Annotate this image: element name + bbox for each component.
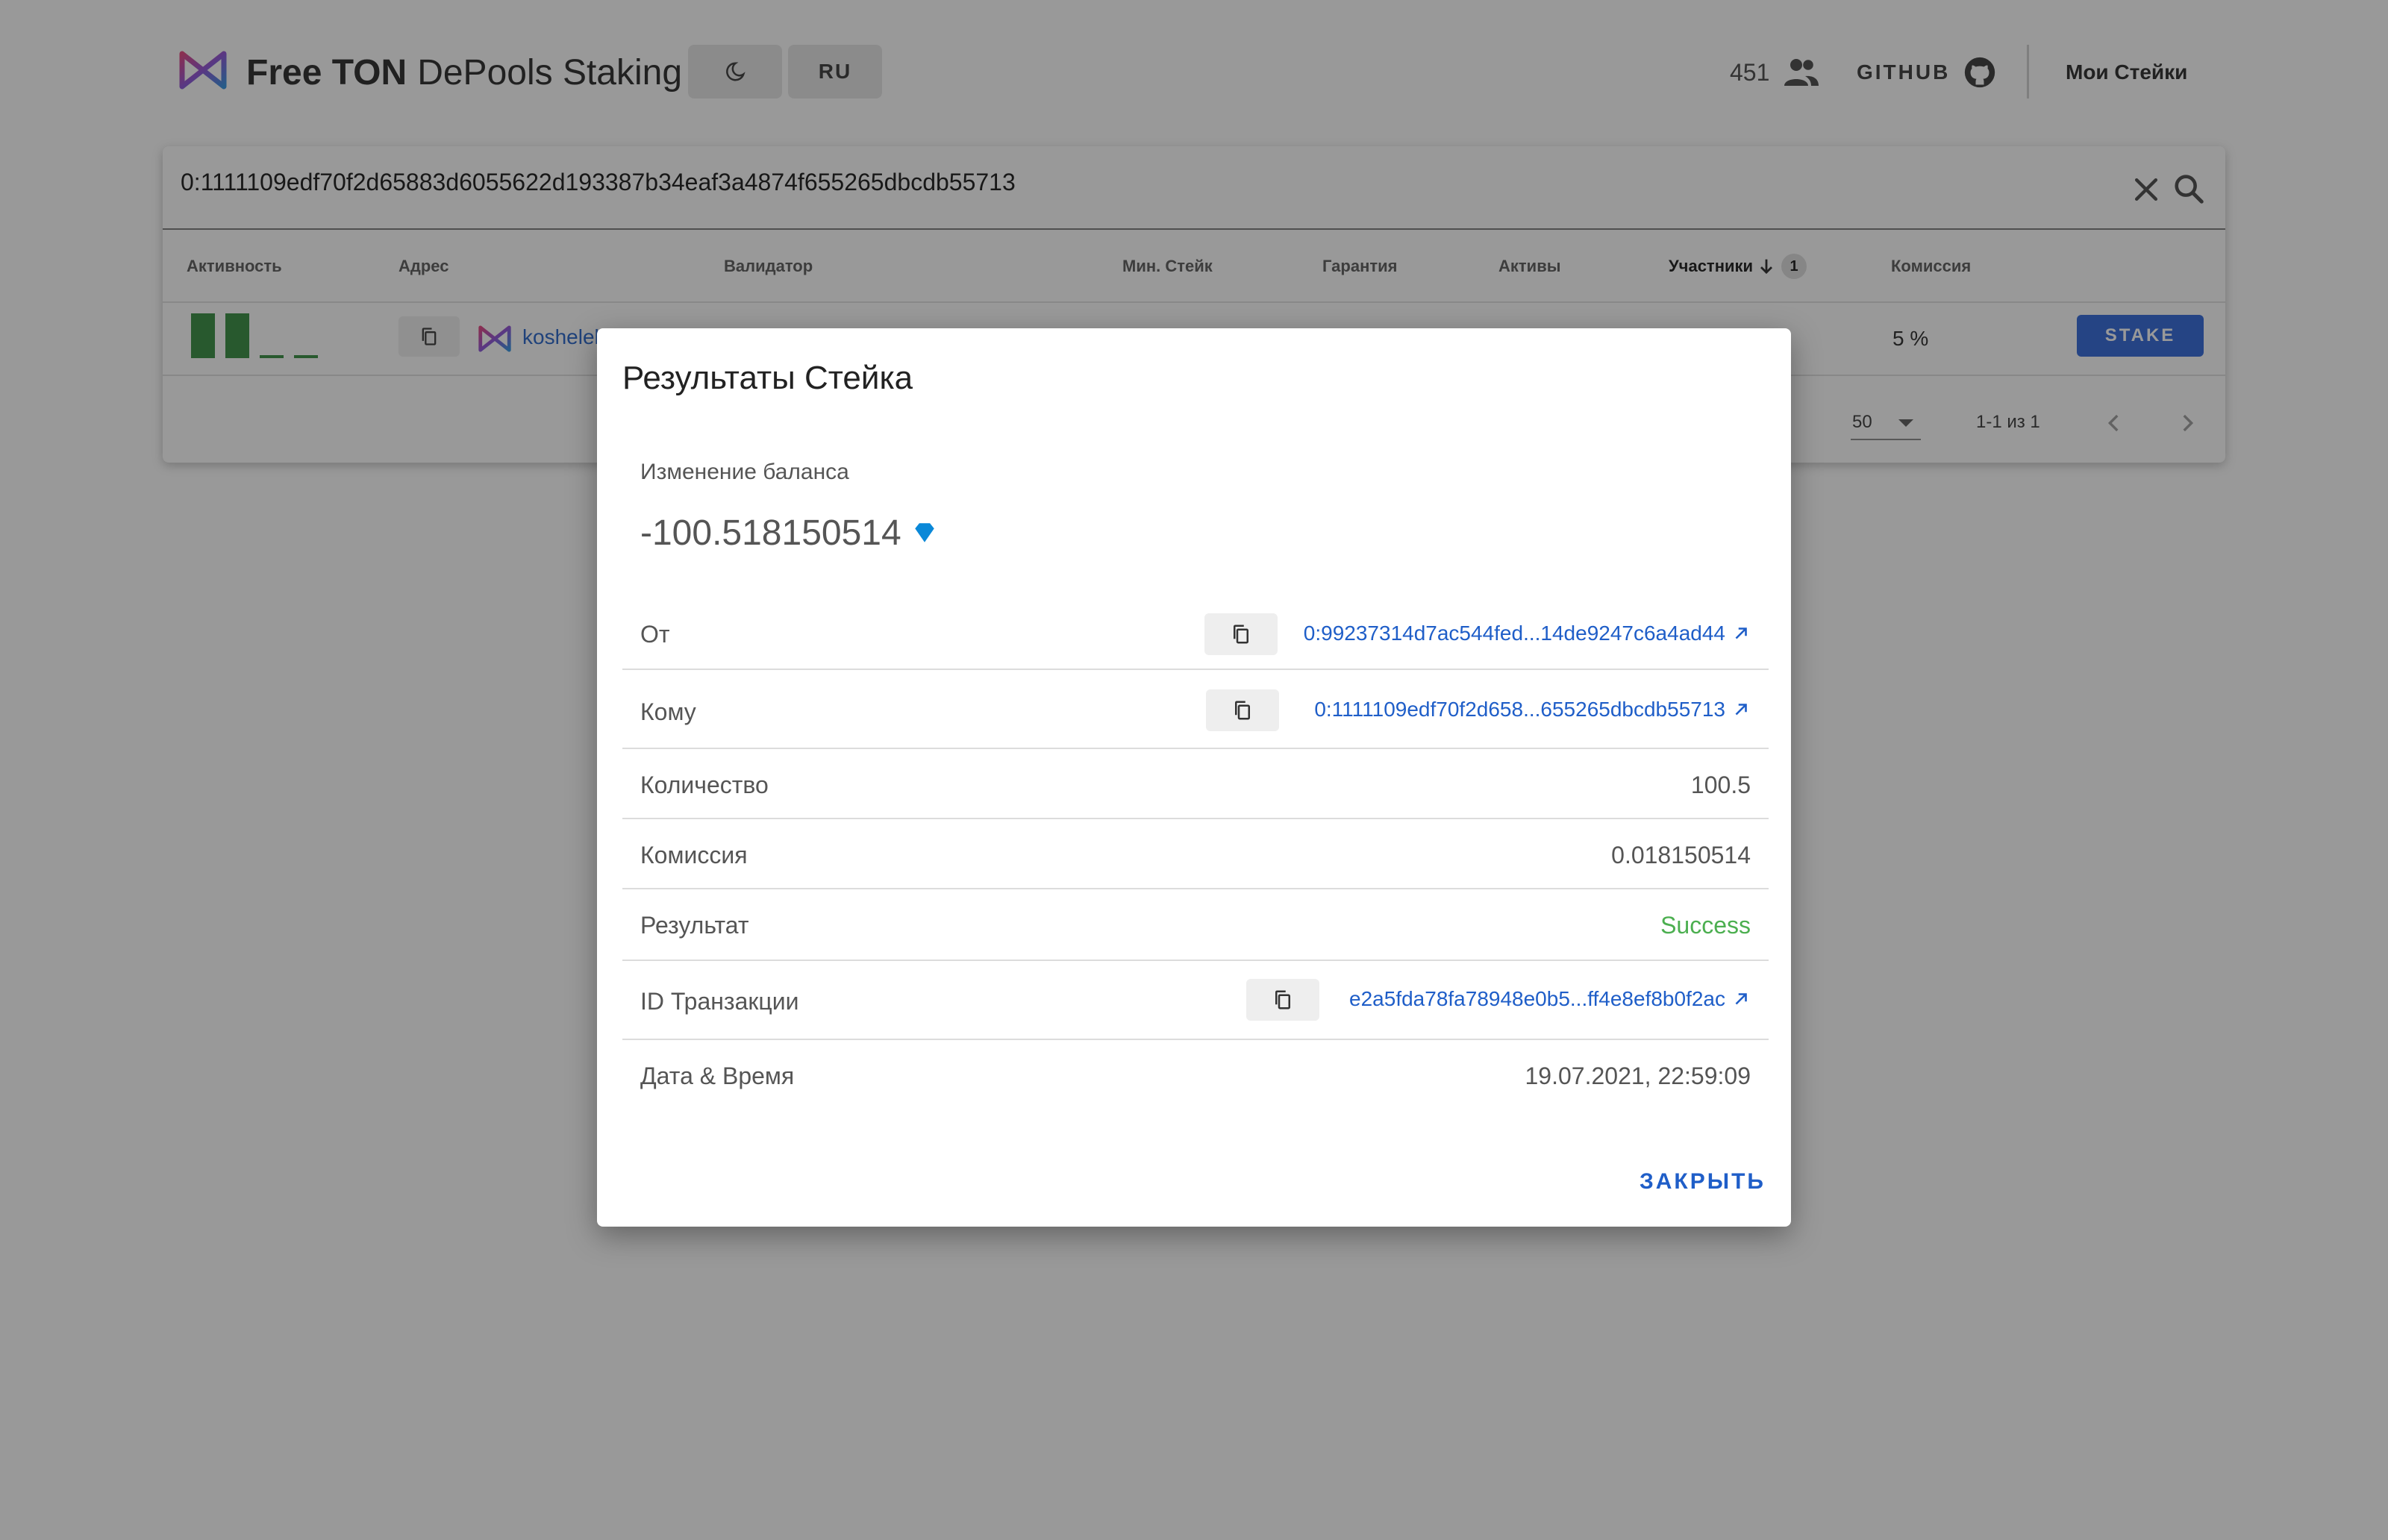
fee-label: Комиссия bbox=[640, 842, 748, 868]
detail-row-datetime: Дата & Время 19.07.2021, 22:59:09 bbox=[622, 1040, 1769, 1109]
close-dialog-button[interactable]: ЗАКРЫТЬ bbox=[1640, 1167, 1766, 1197]
transaction-id-value: e2a5fda78fa78948e0b5...ff4e8ef8b0f2ac bbox=[1349, 987, 1725, 1010]
datetime-label: Дата & Время bbox=[640, 1062, 795, 1089]
transaction-link[interactable]: e2a5fda78fa78948e0b5...ff4e8ef8b0f2ac bbox=[1349, 979, 1751, 1019]
detail-row-from: От 0:99237314d7ac544fed...14de9247c6a4ad… bbox=[622, 597, 1769, 670]
stake-results-dialog: Результаты Стейка Изменение баланса -100… bbox=[597, 328, 1791, 1227]
external-link-icon bbox=[1735, 704, 1747, 716]
detail-row-amount: Количество 100.5 bbox=[622, 749, 1769, 819]
external-link-icon bbox=[1735, 993, 1747, 1005]
from-label: От bbox=[640, 621, 670, 648]
copy-icon bbox=[1234, 625, 1248, 644]
from-address-value: 0:99237314d7ac544fed...14de9247c6a4ad44 bbox=[1303, 622, 1725, 645]
fee-value: 0.018150514 bbox=[1611, 842, 1751, 868]
datetime-value: 19.07.2021, 22:59:09 bbox=[1525, 1062, 1751, 1089]
transaction-label: ID Транзакции bbox=[640, 988, 799, 1015]
to-address-link[interactable]: 0:1111109edf70f2d658...655265dbcdb55713 bbox=[1314, 689, 1751, 730]
detail-row-to: Кому 0:1111109edf70f2d658...655265dbcdb5… bbox=[622, 670, 1769, 749]
copy-transaction-button[interactable] bbox=[1246, 979, 1319, 1021]
balance-change: -100.518150514 bbox=[640, 512, 937, 554]
result-label: Результат bbox=[640, 912, 749, 939]
detail-row-transaction: ID Транзакции e2a5fda78fa78948e0b5...ff4… bbox=[622, 961, 1769, 1040]
copy-from-button[interactable] bbox=[1204, 613, 1278, 655]
external-link-icon bbox=[1735, 627, 1747, 639]
amount-label: Количество bbox=[640, 771, 769, 798]
balance-change-label: Изменение баланса bbox=[640, 460, 849, 484]
ton-diamond-icon bbox=[914, 523, 934, 542]
balance-change-value: -100.518150514 bbox=[640, 513, 901, 553]
copy-icon bbox=[1275, 990, 1290, 1010]
amount-value: 100.5 bbox=[1690, 771, 1751, 798]
to-address-value: 0:1111109edf70f2d658...655265dbcdb55713 bbox=[1314, 698, 1725, 721]
copy-icon bbox=[1235, 701, 1250, 720]
dialog-title: Результаты Стейка bbox=[622, 360, 913, 396]
detail-row-fee: Комиссия 0.018150514 bbox=[622, 819, 1769, 889]
result-status: Success bbox=[1660, 912, 1751, 939]
copy-to-button[interactable] bbox=[1206, 689, 1279, 731]
detail-row-result: Результат Success bbox=[622, 889, 1769, 961]
to-label: Кому bbox=[640, 698, 696, 725]
from-address-link[interactable]: 0:99237314d7ac544fed...14de9247c6a4ad44 bbox=[1304, 613, 1751, 654]
